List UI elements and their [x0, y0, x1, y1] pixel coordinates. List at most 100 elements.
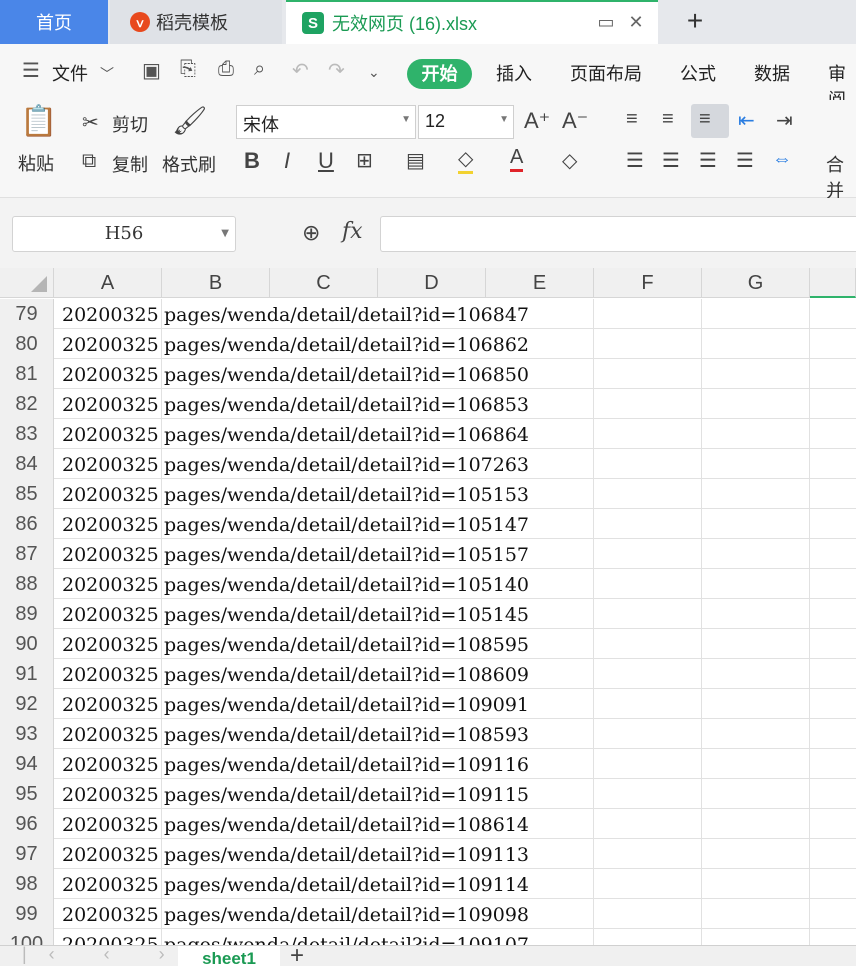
- row-header[interactable]: 90: [0, 629, 54, 659]
- distribute-icon[interactable]: ⇔: [772, 148, 792, 171]
- font-name-select[interactable]: 宋体 ▼: [236, 105, 416, 139]
- column-header-f[interactable]: F: [594, 268, 702, 298]
- row-header[interactable]: 85: [0, 479, 54, 509]
- chevron-down-icon[interactable]: ﹀: [100, 64, 114, 84]
- font-size-select[interactable]: 12 ▼: [418, 105, 514, 139]
- cell-b[interactable]: pages/wenda/detail/detail?id=107263: [164, 449, 529, 479]
- select-all-corner[interactable]: [0, 268, 54, 298]
- cell-b[interactable]: pages/wenda/detail/detail?id=106850: [164, 359, 529, 389]
- cell-b[interactable]: pages/wenda/detail/detail?id=109115: [164, 779, 529, 809]
- cell-a[interactable]: 20200325: [62, 299, 159, 329]
- row-header[interactable]: 82: [0, 389, 54, 419]
- cell-b[interactable]: pages/wenda/detail/detail?id=106847: [164, 299, 529, 329]
- cell-a[interactable]: 20200325: [62, 749, 159, 779]
- save-icon[interactable]: ▣: [142, 58, 161, 83]
- row-header[interactable]: 94: [0, 749, 54, 779]
- cell-a[interactable]: 20200325: [62, 599, 159, 629]
- decrease-indent-icon[interactable]: ⇤: [738, 108, 755, 133]
- cell-a[interactable]: 20200325: [62, 539, 159, 569]
- menu-insert[interactable]: 插入: [496, 60, 532, 86]
- tab-home[interactable]: 首页: [0, 0, 108, 44]
- cell-b[interactable]: pages/wenda/detail/detail?id=109091: [164, 689, 529, 719]
- cell-a[interactable]: 20200325: [62, 509, 159, 539]
- row-header[interactable]: 83: [0, 419, 54, 449]
- row-header[interactable]: 88: [0, 569, 54, 599]
- cell-a[interactable]: 20200325: [62, 839, 159, 869]
- cell-a[interactable]: 20200325: [62, 629, 159, 659]
- print-icon[interactable]: ⎙: [218, 58, 234, 81]
- cell-b[interactable]: pages/wenda/detail/detail?id=106853: [164, 389, 529, 419]
- italic-icon[interactable]: I: [284, 148, 290, 174]
- row-header[interactable]: 97: [0, 839, 54, 869]
- cell-b[interactable]: pages/wenda/detail/detail?id=108593: [164, 719, 529, 749]
- cell-a[interactable]: 20200325: [62, 779, 159, 809]
- cell-a[interactable]: 20200325: [62, 809, 159, 839]
- cell-b[interactable]: pages/wenda/detail/detail?id=108595: [164, 629, 529, 659]
- cell-style-icon[interactable]: ▤: [406, 148, 425, 173]
- column-header-b[interactable]: B: [162, 268, 270, 298]
- cell-b[interactable]: pages/wenda/detail/detail?id=106864: [164, 419, 529, 449]
- cell-b[interactable]: pages/wenda/detail/detail?id=106862: [164, 329, 529, 359]
- row-header[interactable]: 84: [0, 449, 54, 479]
- row-header[interactable]: 95: [0, 779, 54, 809]
- column-header-g[interactable]: G: [702, 268, 810, 298]
- sheet-grid[interactable]: 79 20200325 pages/wenda/detail/detail?id=1…: [0, 299, 856, 945]
- row-header[interactable]: 98: [0, 869, 54, 899]
- align-center-icon[interactable]: ☰: [662, 148, 680, 173]
- row-header[interactable]: 92: [0, 689, 54, 719]
- align-top-icon[interactable]: ≡: [626, 108, 638, 131]
- row-header[interactable]: 99: [0, 899, 54, 929]
- copy-button[interactable]: 复制: [112, 151, 148, 177]
- cell-reference-box[interactable]: H56 ▼: [12, 216, 236, 252]
- paste-icon[interactable]: 📋: [20, 104, 57, 139]
- monitor-icon[interactable]: ▭: [596, 12, 616, 32]
- cell-b[interactable]: pages/wenda/detail/detail?id=109116: [164, 749, 529, 779]
- justify-icon[interactable]: ☰: [736, 148, 754, 173]
- cell-a[interactable]: 20200325: [62, 479, 159, 509]
- tab-template[interactable]: ｖ 稻壳模板: [110, 0, 282, 44]
- cut-button[interactable]: 剪切: [112, 111, 148, 137]
- cell-b[interactable]: pages/wenda/detail/detail?id=109098: [164, 899, 529, 929]
- row-header[interactable]: 91: [0, 659, 54, 689]
- borders-icon[interactable]: ⊞: [356, 148, 373, 173]
- export-icon[interactable]: ⎘: [180, 58, 196, 81]
- cell-b[interactable]: pages/wenda/detail/detail?id=105157: [164, 539, 529, 569]
- cell-a[interactable]: 20200325: [62, 449, 159, 479]
- align-right-icon[interactable]: ☰: [699, 148, 717, 173]
- font-color-icon[interactable]: A: [510, 146, 524, 172]
- add-sheet-button[interactable]: +: [290, 942, 304, 966]
- menu-formula[interactable]: 公式: [680, 60, 716, 86]
- row-header[interactable]: 89: [0, 599, 54, 629]
- align-middle-icon[interactable]: ≡: [662, 108, 674, 131]
- cell-a[interactable]: 20200325: [62, 419, 159, 449]
- increase-font-icon[interactable]: A⁺: [524, 108, 550, 134]
- cell-a[interactable]: 20200325: [62, 689, 159, 719]
- column-header-e[interactable]: E: [486, 268, 594, 298]
- new-tab-button[interactable]: +: [680, 6, 710, 36]
- cell-b[interactable]: pages/wenda/detail/detail?id=109113: [164, 839, 529, 869]
- row-header[interactable]: 86: [0, 509, 54, 539]
- bold-icon[interactable]: B: [244, 148, 260, 174]
- undo-icon[interactable]: ↶: [292, 58, 309, 83]
- underline-icon[interactable]: U: [318, 148, 334, 174]
- menu-page-layout[interactable]: 页面布局: [570, 60, 642, 86]
- cell-a[interactable]: 20200325: [62, 929, 159, 945]
- cell-a[interactable]: 20200325: [62, 569, 159, 599]
- cell-b[interactable]: pages/wenda/detail/detail?id=109107: [164, 929, 529, 945]
- menu-file[interactable]: 文件: [52, 60, 88, 86]
- cell-b[interactable]: pages/wenda/detail/detail?id=105153: [164, 479, 529, 509]
- paste-button[interactable]: 粘贴: [18, 150, 54, 176]
- column-header-d[interactable]: D: [378, 268, 486, 298]
- cell-b[interactable]: pages/wenda/detail/detail?id=105140: [164, 569, 529, 599]
- cell-b[interactable]: pages/wenda/detail/detail?id=108609: [164, 659, 529, 689]
- row-header[interactable]: 96: [0, 809, 54, 839]
- align-bottom-icon[interactable]: ≡: [699, 108, 711, 131]
- zoom-search-icon[interactable]: ⊕: [302, 220, 320, 246]
- cell-a[interactable]: 20200325: [62, 899, 159, 929]
- row-header[interactable]: 81: [0, 359, 54, 389]
- hamburger-icon[interactable]: ☰: [22, 58, 40, 83]
- sheet-tab-sheet1[interactable]: sheet1: [178, 946, 280, 966]
- decrease-font-icon[interactable]: A⁻: [562, 108, 588, 134]
- align-left-icon[interactable]: ☰: [626, 148, 644, 173]
- row-header[interactable]: 93: [0, 719, 54, 749]
